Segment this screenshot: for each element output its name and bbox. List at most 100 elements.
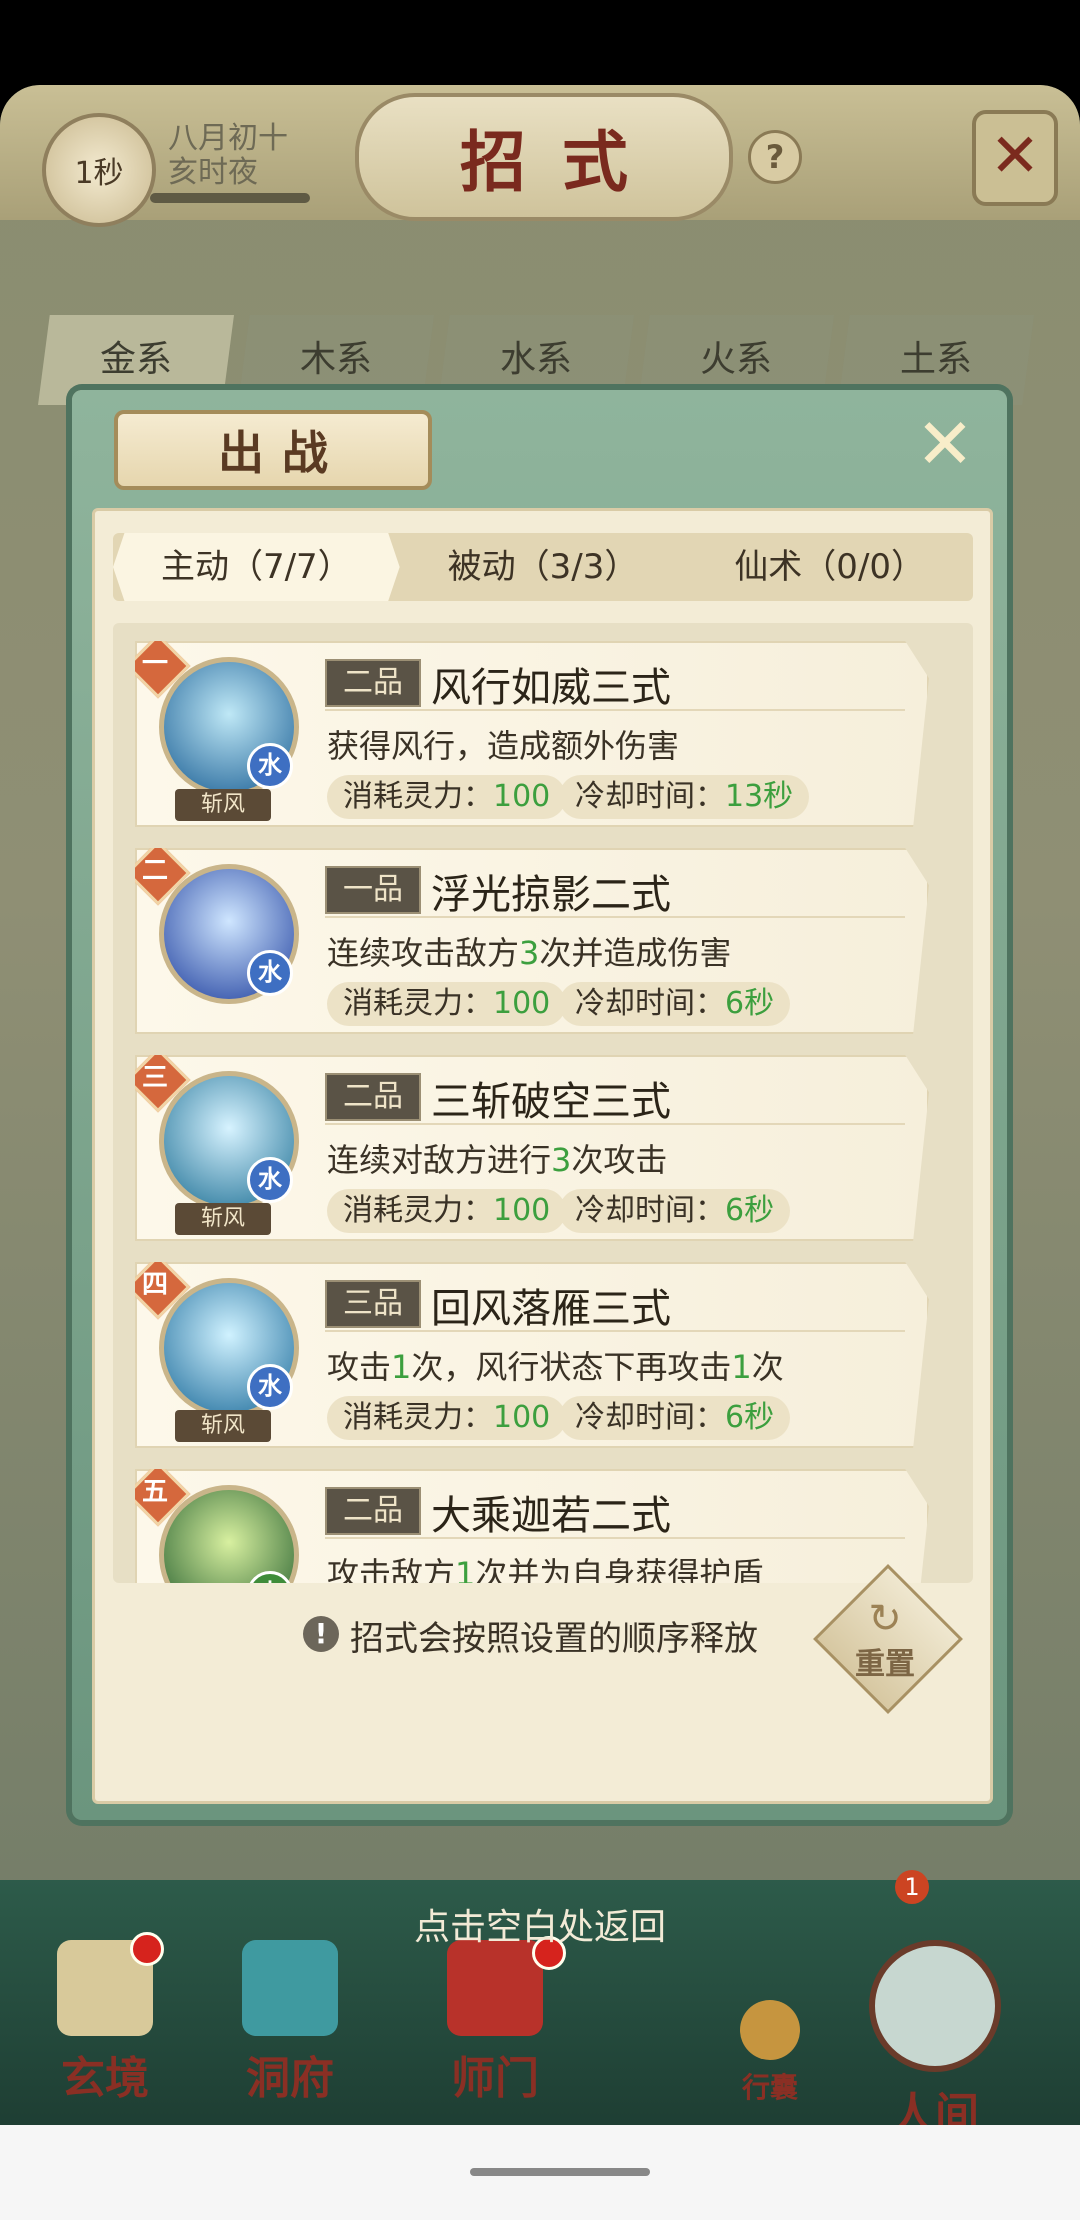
- nav-dongfu[interactable]: 洞府: [215, 1940, 365, 2106]
- cooldown-label: 冷却时间：: [575, 986, 725, 1021]
- cooldown: 冷却时间：6秒: [559, 1396, 791, 1440]
- home-indicator[interactable]: [470, 2168, 650, 2176]
- close-icon[interactable]: ✕: [910, 409, 980, 482]
- nav-label: 洞府: [246, 2053, 334, 2104]
- skill-card[interactable]: 三水斩风 二品 三斩破空三式 连续对敌方进行3次攻击 消耗灵力：100 冷却时间：6秒: [135, 1055, 929, 1241]
- cost-label: 消耗灵力：: [343, 1400, 493, 1435]
- cooldown-label: 冷却时间：: [575, 779, 725, 814]
- skill-description: 获得风行，造成额外伤害: [327, 721, 679, 767]
- description-text: 次: [751, 1348, 784, 1386]
- dialog-body: 主动（7/7） 被动（3/3） 仙术（0/0） 一水斩风 二品 风行如威三式 获得风行…: [92, 508, 993, 1804]
- cooldown: 冷却时间：6秒: [559, 1189, 791, 1233]
- banner-icon: [447, 1940, 543, 2036]
- cooldown-value: 6秒: [725, 1400, 775, 1435]
- tab-active-skills[interactable]: 主动（7/7）: [113, 533, 400, 601]
- order-hint: 招式会按照设置的顺序释放: [350, 1619, 758, 1659]
- hit-count: 1: [731, 1348, 752, 1386]
- cost-value: 100: [493, 1193, 551, 1228]
- cost-value: 100: [493, 1400, 551, 1435]
- skill-tag: 斩风: [175, 789, 271, 821]
- tab-passive-skills[interactable]: 被动（3/3）: [400, 533, 687, 601]
- nav-label: 行囊: [741, 2071, 798, 2104]
- element-badge: 水: [247, 1157, 293, 1203]
- nav-xingnang[interactable]: 行囊: [695, 2000, 845, 2106]
- grade-badge: 二品: [325, 1487, 421, 1535]
- skill-name: 三斩破空三式: [431, 1079, 671, 1125]
- nav-renjian[interactable]: 人间: [860, 1940, 1010, 2142]
- cost-label: 消耗灵力：: [343, 779, 493, 814]
- description-text: 次并造成伤害: [539, 934, 732, 972]
- nav-shimen[interactable]: 师门: [420, 1936, 570, 2106]
- divider: [325, 1330, 905, 1332]
- skill-card[interactable]: 四水斩风 三品 回风落雁三式 攻击1次，风行状态下再攻击1次 消耗灵力：100 冷却时间：…: [135, 1262, 929, 1448]
- element-badge: 水: [247, 1364, 293, 1410]
- nav-xuanjing[interactable]: 玄境: [30, 1932, 180, 2106]
- skill-name: 浮光掠影二式: [431, 872, 671, 918]
- page-title-plate: 招式: [355, 93, 733, 221]
- nav-label: 师门: [451, 2053, 539, 2104]
- skill-description: 连续攻击敌方3次并造成伤害: [327, 928, 731, 974]
- cooldown: 冷却时间：6秒: [559, 982, 791, 1026]
- hit-count: 3: [551, 1141, 572, 1179]
- timer-badge: 1秒: [42, 113, 156, 227]
- divider: [325, 1123, 905, 1125]
- description-text: 获得风行，造成额外伤害: [327, 727, 680, 765]
- description-text: 连续攻击敌方: [327, 934, 520, 972]
- top-bar: 1秒 八月初十 亥时夜 招式 ? ✕: [0, 85, 1080, 227]
- cooldown: 冷却时间：13秒: [559, 775, 810, 819]
- spirit-cost: 消耗灵力：100: [327, 1396, 567, 1440]
- pavilion-icon: [242, 1940, 338, 2036]
- nav-label: 玄境: [61, 2053, 149, 2104]
- element-badge: 水: [247, 950, 293, 996]
- cooldown-label: 冷却时间：: [575, 1193, 725, 1228]
- dialog-title-plate: 出战: [114, 410, 432, 490]
- grade-badge: 二品: [325, 1073, 421, 1121]
- battle-skills-dialog: 出战 ✕ 主动（7/7） 被动（3/3） 仙术（0/0） 一水斩风 二品 风行如威三…: [72, 390, 1007, 1820]
- divider: [325, 709, 905, 711]
- tab-immortal-arts[interactable]: 仙术（0/0）: [686, 533, 973, 601]
- rank-number: 五: [141, 1477, 168, 1507]
- skill-card[interactable]: 二水一品 浮光掠影二式 连续攻击敌方3次并造成伤害 消耗灵力：100 冷却时间：6秒: [135, 848, 929, 1034]
- cost-label: 消耗灵力：: [343, 1193, 493, 1228]
- description-text: 次，风行状态下再攻击: [411, 1348, 732, 1386]
- cooldown-label: 冷却时间：: [575, 1400, 725, 1435]
- description-text: 次攻击: [571, 1141, 668, 1179]
- grade-badge: 三品: [325, 1280, 421, 1328]
- element-badge: 水: [247, 743, 293, 789]
- spirit-cost: 消耗灵力：100: [327, 1189, 567, 1233]
- close-icon[interactable]: ✕: [972, 110, 1058, 206]
- time-of-day-text: 亥时夜: [168, 155, 258, 190]
- divider: [325, 1537, 905, 1539]
- skill-list[interactable]: 一水斩风 二品 风行如威三式 获得风行，造成额外伤害 消耗灵力：100 冷却时间：13秒二…: [113, 623, 973, 1583]
- rank-number: 三: [141, 1063, 168, 1093]
- exclamation-icon: !: [303, 1616, 339, 1652]
- reset-label: 重置: [855, 1647, 915, 1682]
- cost-label: 消耗灵力：: [343, 986, 493, 1021]
- cooldown-value: 6秒: [725, 986, 775, 1021]
- skill-card[interactable]: 五木二品大乘迦若二式攻击敌方1次并为自身获得护盾消耗灵力：100冷却时间：6秒: [135, 1469, 929, 1583]
- cost-value: 100: [493, 986, 551, 1021]
- grade-badge: 二品: [325, 659, 421, 707]
- skill-tag: 斩风: [175, 1410, 271, 1442]
- return-hint: 点击空白处返回: [413, 1907, 666, 1948]
- skill-description: 连续对敌方进行3次攻击: [327, 1135, 667, 1181]
- help-icon[interactable]: ?: [748, 130, 802, 184]
- skill-description: 攻击1次，风行状态下再攻击1次: [327, 1342, 784, 1388]
- world-icon: [869, 1940, 1001, 2072]
- rank-number: 二: [141, 856, 168, 886]
- hit-count: 1: [391, 1348, 412, 1386]
- skill-description: 攻击敌方1次并为自身获得护盾: [327, 1549, 763, 1583]
- description-text: 攻击: [327, 1348, 392, 1386]
- refresh-icon: ↻: [868, 1596, 902, 1642]
- spirit-cost: 消耗灵力：100: [327, 982, 567, 1026]
- description-text: 次并为自身获得护盾: [475, 1555, 764, 1583]
- skill-card[interactable]: 一水斩风 二品 风行如威三式 获得风行，造成额外伤害 消耗灵力：100 冷却时间：13秒: [135, 641, 929, 827]
- skill-name: 大乘迦若二式: [431, 1493, 671, 1539]
- divider: [325, 916, 905, 918]
- page-title: 招式: [460, 123, 664, 201]
- skill-tag: 斩风: [175, 1203, 271, 1235]
- rank-number: 四: [141, 1270, 168, 1300]
- description-text: 攻击敌方: [327, 1555, 456, 1583]
- mode-tabs: 主动（7/7） 被动（3/3） 仙术（0/0）: [113, 533, 973, 601]
- bag-icon: [740, 2000, 800, 2060]
